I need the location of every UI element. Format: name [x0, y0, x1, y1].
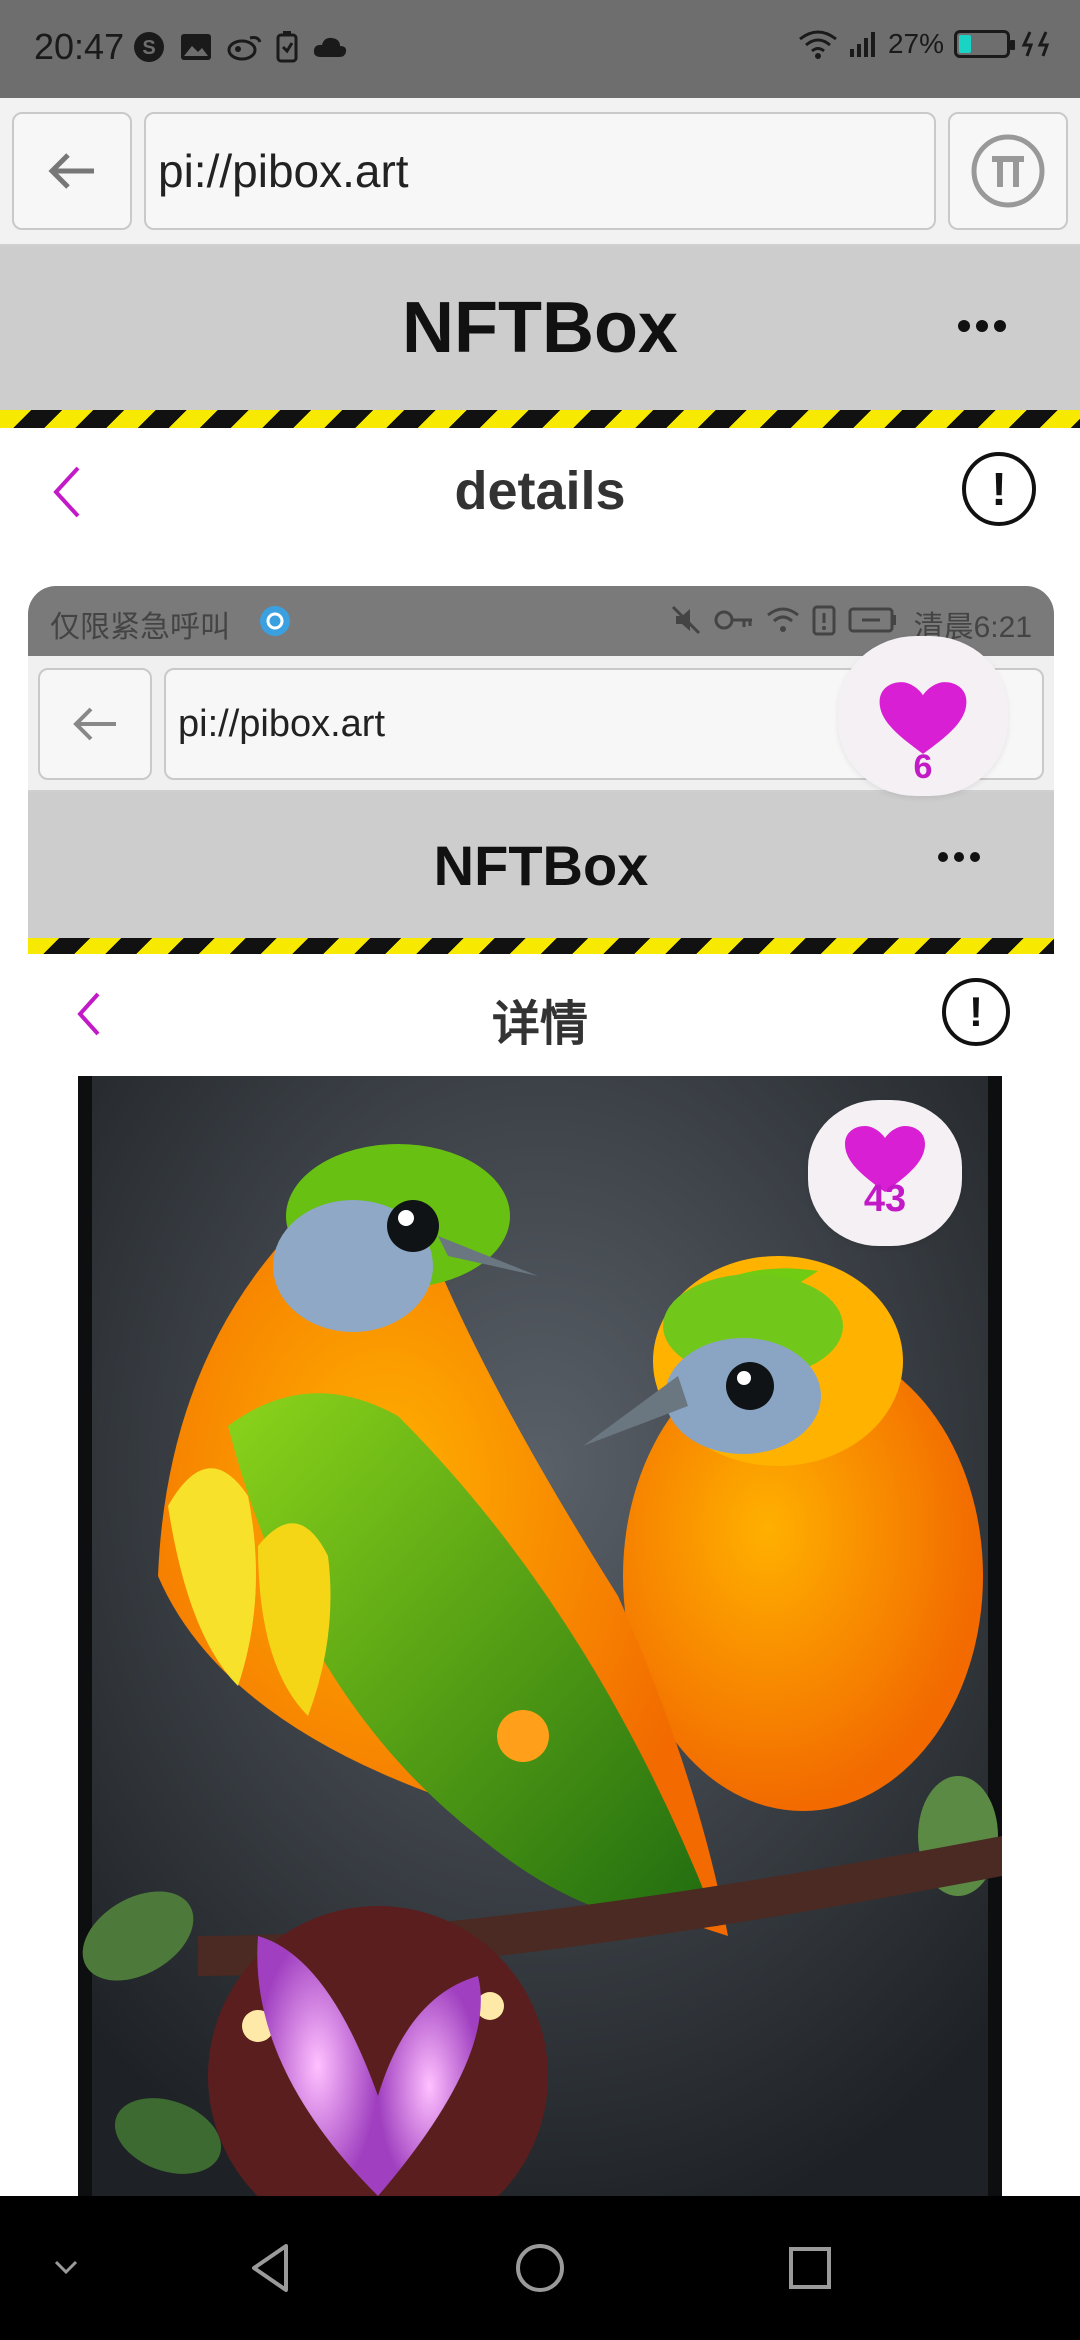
nested-back-button — [38, 668, 152, 780]
like-button[interactable]: 6 — [838, 636, 1008, 796]
status-right-area: 27% — [798, 28, 1054, 60]
mute-icon — [671, 605, 701, 635]
swirl-app-icon — [260, 606, 290, 636]
recents-square-icon[interactable] — [786, 2244, 834, 2292]
artwork-like-button[interactable]: 43 — [808, 1100, 962, 1246]
cloud-icon — [313, 37, 347, 57]
image-icon — [181, 34, 211, 60]
nested-hazard-stripe — [28, 938, 1054, 954]
url-field[interactable]: pi://pibox.art — [144, 112, 936, 230]
battery-saver-icon — [276, 31, 298, 63]
app-title: NFTBox — [402, 288, 678, 368]
nested-status-left: 仅限紧急呼叫 — [50, 611, 230, 644]
nested-url-text: pi://pibox.art — [178, 702, 385, 745]
more-dots-icon[interactable] — [958, 320, 1006, 332]
status-time: 20:47 — [34, 26, 125, 67]
url-text: pi://pibox.art — [158, 145, 409, 197]
battery-percent: 27% — [887, 28, 944, 59]
battery-level-fill — [959, 35, 971, 53]
nested-alert-battery-icon — [812, 605, 836, 636]
nested-wifi-icon — [767, 607, 799, 632]
browser-toolbar: pi://pibox.art — [0, 98, 1080, 246]
wifi-icon — [799, 30, 837, 59]
s-coin-icon: S — [134, 32, 164, 62]
like-count: 6 — [913, 748, 933, 786]
page-title: details — [454, 461, 626, 521]
nested-more-dots-icon — [938, 852, 980, 862]
app-header: NFTBox — [0, 246, 1080, 410]
nested-page-title: 详情 — [491, 998, 588, 1051]
arrow-left-icon — [48, 153, 94, 189]
charging-icon — [1021, 31, 1050, 57]
nested-chevron-left-icon — [77, 992, 100, 1036]
key-icon — [714, 610, 752, 630]
heart-icon — [879, 682, 967, 754]
nested-battery-icon — [848, 607, 896, 633]
nested-exclamation-circle-icon: ! — [942, 978, 1010, 1046]
exclamation-circle-icon[interactable]: ! — [962, 452, 1036, 526]
artwork-like-count: 43 — [863, 1178, 907, 1220]
hazard-stripe — [0, 410, 1080, 428]
system-nav-bar — [0, 2196, 1080, 2340]
nested-arrow-left-icon — [73, 707, 116, 741]
pi-logo-icon — [971, 134, 1045, 208]
bird-app-icon — [227, 36, 262, 61]
nested-status-icons — [670, 604, 898, 636]
pi-browser-button[interactable] — [948, 112, 1068, 230]
collapse-chevron-icon[interactable] — [46, 2252, 86, 2282]
svg-text:S: S — [142, 37, 155, 59]
browser-back-button[interactable] — [12, 112, 132, 230]
signal-icon — [849, 32, 875, 57]
nested-app-title: NFTBox — [433, 833, 649, 897]
home-circle-icon[interactable] — [514, 2242, 566, 2294]
chevron-left-icon[interactable] — [48, 462, 88, 522]
back-triangle-icon[interactable] — [246, 2240, 296, 2296]
nested-app-header: NFTBox — [28, 792, 1054, 938]
status-bar: 20:47 S 27% — [0, 0, 1080, 98]
battery-icon — [954, 30, 1015, 58]
status-notification-icons: S — [132, 30, 348, 64]
